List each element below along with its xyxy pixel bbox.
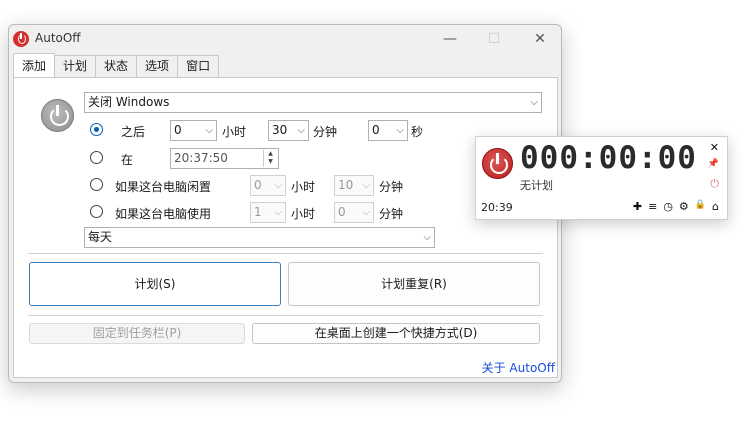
after-seconds-value: 0 (372, 123, 380, 137)
shutdown-icon[interactable] (482, 148, 513, 179)
close-button[interactable]: ✕ (517, 25, 563, 53)
countdown-widget: 000:00:00 无计划 20:39 ✕ 📌 ⏻ ✚ ≡ ◷ ⚙ 🔒 ⌂ (475, 136, 728, 220)
timer-icon[interactable]: ◷ (663, 200, 673, 213)
after-hours-value: 0 (174, 123, 182, 137)
used-hours-unit: 小时 (291, 207, 316, 221)
used-hours-value: 1 (254, 205, 262, 219)
radio-after[interactable] (90, 123, 103, 136)
list-icon[interactable]: ≡ (648, 200, 657, 213)
after-minutes-select[interactable]: 30 ⌵ (268, 120, 309, 141)
chevron-down-icon: ⌵ (530, 97, 538, 108)
at-label: 在 (121, 153, 134, 167)
maximize-button[interactable]: ☐ (471, 25, 517, 53)
idle-hours-value: 0 (254, 178, 262, 192)
after-minutes-unit: 分钟 (313, 125, 338, 139)
chevron-down-icon: ⌵ (274, 180, 282, 191)
repeat-select-value: 每天 (88, 230, 113, 244)
at-time-input[interactable]: 20:37:50 ▲ ▼ (170, 148, 279, 169)
window-title: AutoOff (35, 31, 81, 45)
title-bar[interactable]: AutoOff — ☐ ✕ (9, 25, 561, 53)
chevron-down-icon: ⌵ (362, 207, 370, 218)
pin-icon[interactable]: 📌 (708, 159, 719, 169)
after-hours-select[interactable]: 0 ⌵ (170, 120, 217, 141)
tab-bar: 添加 计划 状态 选项 窗口 (13, 53, 220, 77)
current-time: 20:39 (481, 201, 513, 214)
after-minutes-value: 30 (272, 123, 288, 137)
widget-toolbar: ✚ ≡ ◷ ⚙ 🔒 ⌂ (633, 200, 719, 213)
tab-status[interactable]: 状态 (95, 55, 138, 77)
idle-hours-select[interactable]: 0 ⌵ (250, 175, 286, 196)
radio-idle[interactable] (90, 178, 103, 191)
countdown-display: 000:00:00 (520, 140, 697, 176)
used-hours-select[interactable]: 1 ⌵ (250, 202, 286, 223)
create-shortcut-button[interactable]: 在桌面上创建一个快捷方式(D) (252, 323, 540, 344)
home-icon[interactable]: ⌂ (712, 200, 719, 213)
divider (28, 315, 543, 316)
schedule-button[interactable]: 计划(S) (29, 262, 281, 306)
used-minutes-select[interactable]: 0 ⌵ (334, 202, 374, 223)
used-label: 如果这台电脑使用 (115, 207, 212, 221)
chevron-down-icon: ⌵ (396, 125, 404, 136)
radio-used[interactable] (90, 205, 103, 218)
about-link[interactable]: 关于 AutoOff (482, 359, 555, 376)
close-icon[interactable]: ✕ (710, 141, 719, 154)
after-hours-unit: 小时 (222, 125, 247, 139)
schedule-status: 无计划 (520, 179, 553, 192)
add-panel: 关闭 Windows ⌵ 之后 0 ⌵ 小时 30 ⌵ 分钟 0 ⌵ 秒 在 2… (13, 77, 558, 378)
chevron-down-icon: ⌵ (423, 232, 431, 243)
used-minutes-value: 0 (338, 205, 346, 219)
used-minutes-unit: 分钟 (379, 207, 404, 221)
repeat-select[interactable]: 每天 ⌵ (84, 227, 435, 248)
idle-minutes-value: 10 (338, 178, 354, 192)
at-time-value: 20:37:50 (174, 151, 228, 165)
idle-minutes-unit: 分钟 (379, 180, 404, 194)
idle-label: 如果这台电脑闲置 (115, 180, 212, 194)
tab-schedule[interactable]: 计划 (54, 55, 97, 77)
schedule-repeat-button[interactable]: 计划重复(R) (288, 262, 540, 306)
gear-icon[interactable]: ⚙ (679, 200, 689, 213)
tab-window[interactable]: 窗口 (177, 55, 220, 77)
idle-hours-unit: 小时 (291, 180, 316, 194)
power-icon (13, 31, 29, 47)
shutdown-small-icon[interactable]: ⏻ (710, 177, 719, 191)
lock-icon[interactable]: 🔒 (695, 200, 706, 213)
tab-add[interactable]: 添加 (13, 53, 56, 77)
action-select-value: 关闭 Windows (88, 95, 170, 109)
add-icon[interactable]: ✚ (633, 200, 642, 213)
shutdown-icon (41, 99, 74, 132)
idle-minutes-select[interactable]: 10 ⌵ (334, 175, 374, 196)
minimize-button[interactable]: — (427, 25, 473, 53)
chevron-down-icon: ⌵ (362, 180, 370, 191)
action-select[interactable]: 关闭 Windows ⌵ (84, 92, 542, 113)
tab-options[interactable]: 选项 (136, 55, 179, 77)
chevron-down-icon: ⌵ (297, 125, 305, 136)
after-label: 之后 (121, 125, 146, 139)
chevron-down-icon: ⌵ (205, 125, 213, 136)
divider (28, 253, 543, 254)
after-seconds-unit: 秒 (411, 125, 424, 139)
spin-arrows-icon[interactable]: ▲ ▼ (263, 150, 277, 167)
chevron-down-icon: ⌵ (274, 207, 282, 218)
pin-taskbar-button[interactable]: 固定到任务栏(P) (29, 323, 245, 344)
radio-at[interactable] (90, 151, 103, 164)
after-seconds-select[interactable]: 0 ⌵ (368, 120, 408, 141)
